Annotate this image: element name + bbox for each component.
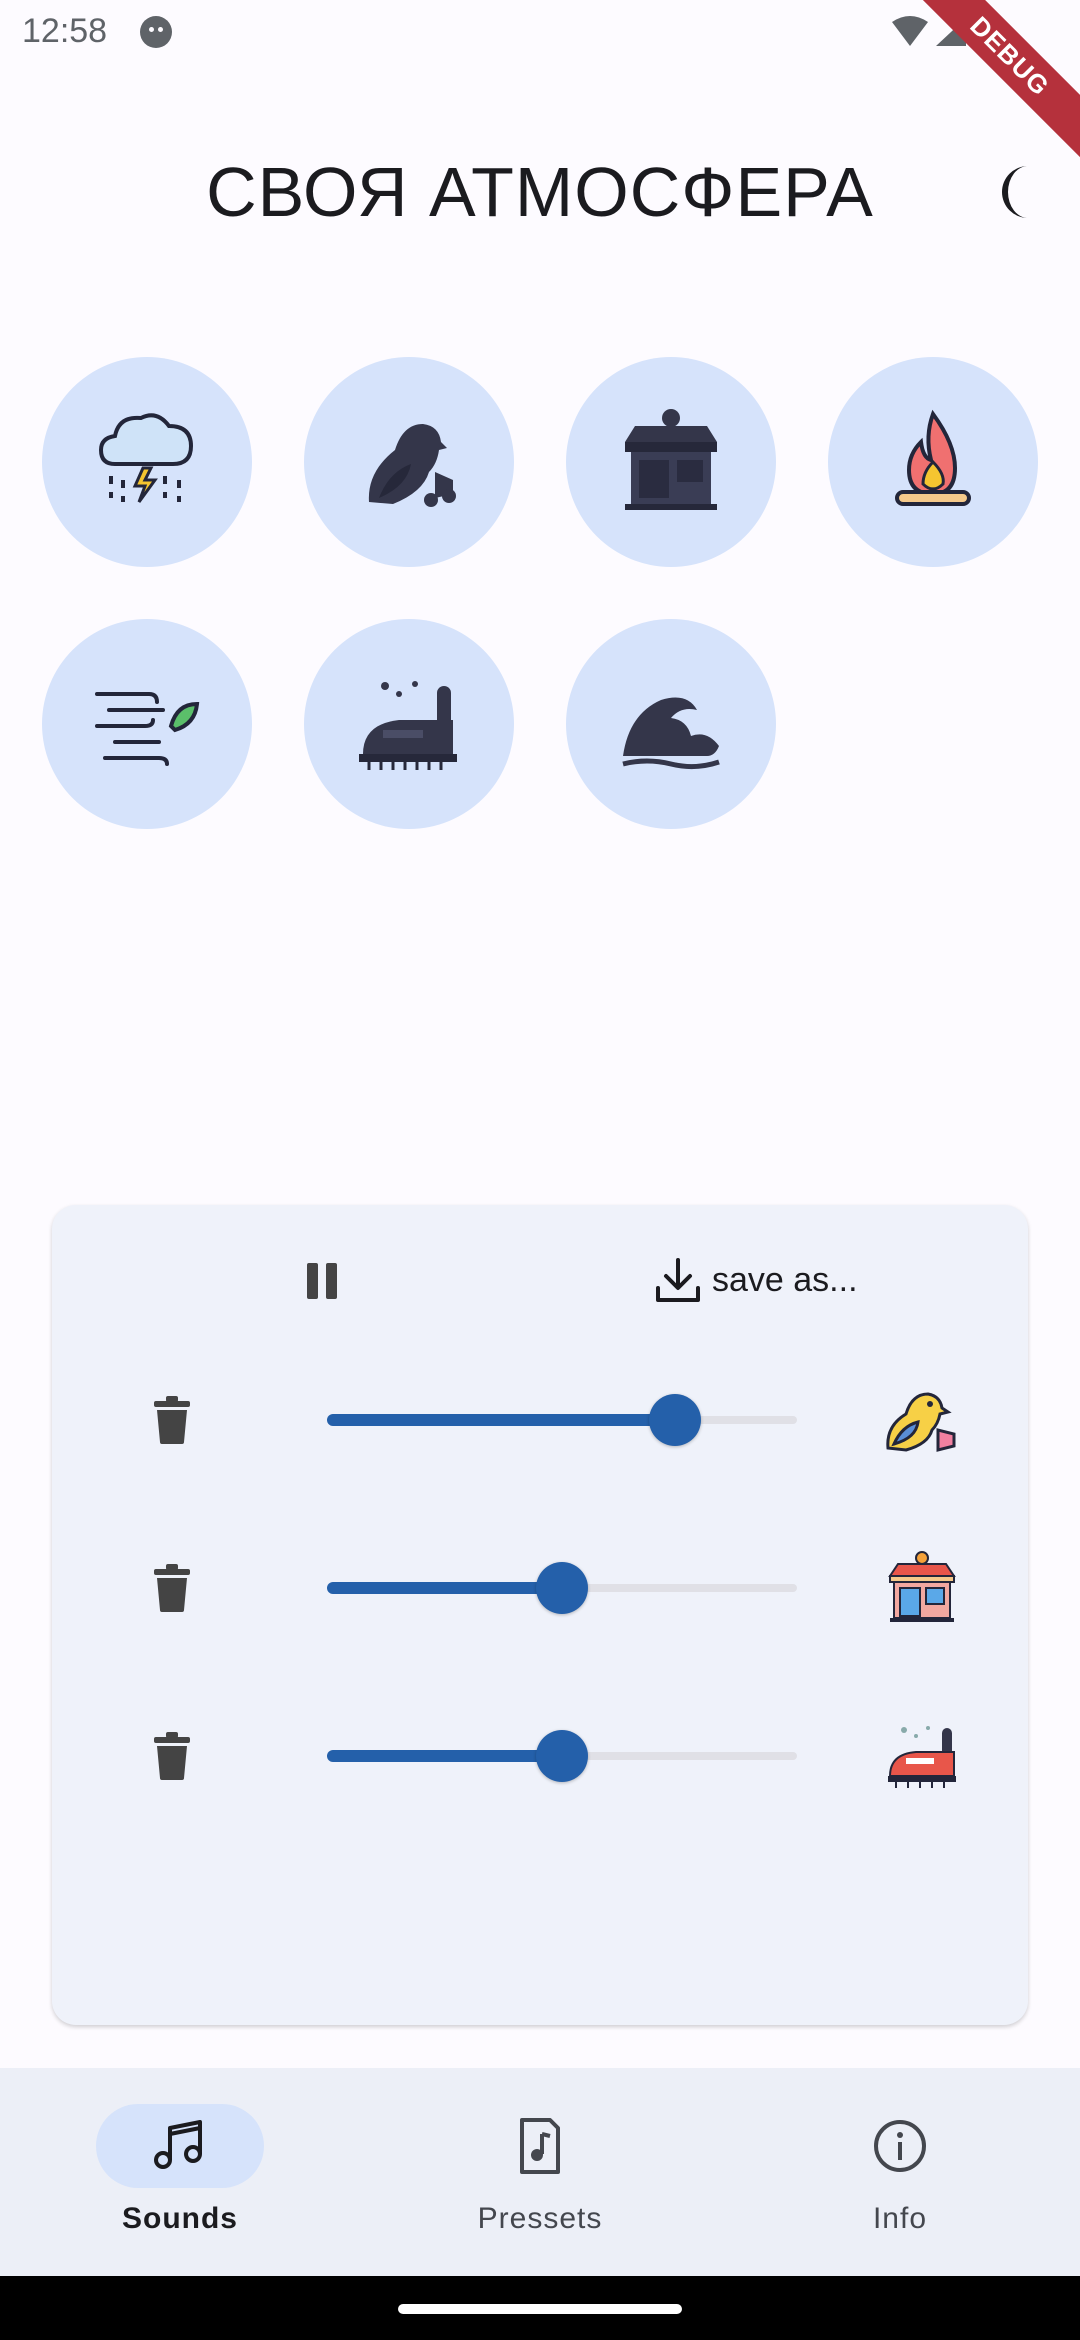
wind-leaf-icon xyxy=(95,692,200,766)
music-note-icon xyxy=(154,2120,202,2169)
train-icon xyxy=(359,681,457,770)
mixer-track xyxy=(52,1686,1028,1816)
moon-icon[interactable] xyxy=(990,162,1050,222)
nav-item-sounds[interactable]: Sounds xyxy=(0,2068,360,2276)
status-bar: 12:58 DEBUG xyxy=(0,0,1080,164)
page-title: СВОЯ АТМОСФЕРА xyxy=(206,153,874,231)
info-icon xyxy=(874,2120,926,2172)
mixer-track xyxy=(52,1518,1028,1648)
mixer-panel: save as... xyxy=(52,1205,1028,2025)
sound-button-waves[interactable] xyxy=(566,619,776,829)
nav-label-info: Info xyxy=(872,2202,928,2235)
volume-fill xyxy=(327,1582,562,1594)
system-navigation-bar xyxy=(0,2276,1080,2340)
trash-icon xyxy=(154,1564,190,1612)
cafe-shop-icon xyxy=(888,1551,956,1622)
nav-label-sounds: Sounds xyxy=(122,2202,238,2235)
sound-button-rain-thunder[interactable] xyxy=(42,357,252,567)
cafe-shop-icon xyxy=(625,409,717,510)
delete-track-button[interactable] xyxy=(132,1385,212,1455)
storm-cloud-icon xyxy=(98,413,194,503)
volume-slider[interactable] xyxy=(327,1726,797,1786)
mixer-track xyxy=(52,1350,1028,1480)
volume-fill xyxy=(327,1750,562,1762)
volume-slider[interactable] xyxy=(327,1558,797,1618)
trash-icon xyxy=(154,1396,190,1444)
ocean-wave-icon xyxy=(622,697,720,770)
save-as-label: save as... xyxy=(712,1260,858,1299)
nav-item-info[interactable]: Info xyxy=(720,2068,1080,2276)
download-icon xyxy=(656,1258,700,1302)
delete-track-button[interactable] xyxy=(132,1721,212,1791)
volume-thumb[interactable] xyxy=(536,1562,588,1614)
status-time: 12:58 xyxy=(22,12,108,50)
train-icon xyxy=(888,1726,956,1788)
sound-button-cafe[interactable] xyxy=(566,357,776,567)
sound-button-fire[interactable] xyxy=(828,357,1038,567)
bird-icon xyxy=(886,1392,956,1452)
cat-notification-icon xyxy=(140,16,172,48)
bird-icon xyxy=(368,424,456,507)
home-gesture-handle[interactable] xyxy=(398,2304,682,2314)
wifi-icon xyxy=(892,16,928,46)
volume-thumb[interactable] xyxy=(648,1394,701,1446)
sound-button-wind[interactable] xyxy=(42,619,252,829)
pause-icon xyxy=(307,1263,318,1299)
music-file-icon xyxy=(520,2118,560,2174)
bottom-navigation: Sounds Pressets Info xyxy=(0,2068,1080,2276)
nav-label-pressets: Pressets xyxy=(477,2202,603,2235)
pause-button[interactable] xyxy=(252,1245,342,1315)
save-as-button[interactable]: save as... xyxy=(652,1240,858,1320)
campfire-icon xyxy=(895,409,971,506)
volume-thumb[interactable] xyxy=(536,1730,588,1782)
volume-slider[interactable] xyxy=(327,1390,797,1450)
trash-icon xyxy=(154,1732,190,1780)
sound-button-bird[interactable] xyxy=(304,357,514,567)
delete-track-button[interactable] xyxy=(132,1553,212,1623)
nav-item-pressets[interactable]: Pressets xyxy=(360,2068,720,2276)
volume-fill xyxy=(327,1414,675,1426)
sound-button-train[interactable] xyxy=(304,619,514,829)
